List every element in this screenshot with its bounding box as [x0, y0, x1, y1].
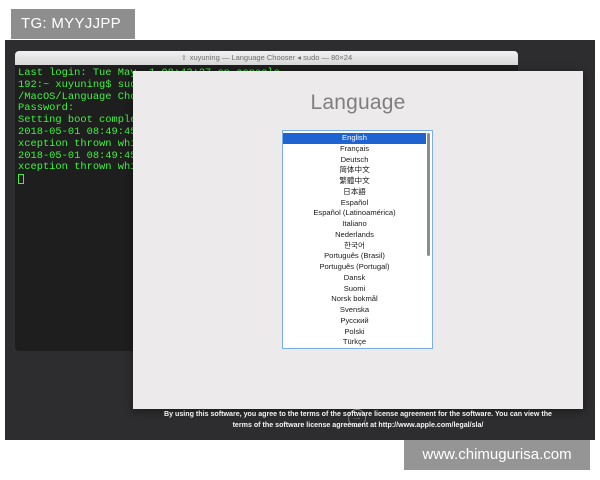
license-notice: By using this software, you agree to the… [133, 409, 583, 433]
language-option-portugues-brasil[interactable]: Português (Brasil) [283, 251, 426, 262]
language-option-japanese[interactable]: 日本語 [283, 187, 426, 198]
language-option-russian[interactable]: Русский [283, 316, 426, 327]
website-watermark: www.chimugurisa.com [404, 440, 590, 470]
language-option-svenska[interactable]: Svenska [283, 305, 426, 316]
language-option-italiano[interactable]: Italiano [283, 219, 426, 230]
language-option-norsk-bokmal[interactable]: Norsk bokmål [283, 294, 426, 305]
language-option-nederlands[interactable]: Nederlands [283, 230, 426, 241]
desktop-background: ⇧ xuyuning — Language Chooser ◂ sudo — 80… [5, 40, 595, 440]
language-option-espanol-latinoamerica[interactable]: Español (Latinoamérica) [283, 208, 426, 219]
language-list-scrollbar[interactable] [427, 133, 430, 256]
language-option-turkce[interactable]: Türkçe [283, 337, 426, 348]
terminal-cursor [18, 174, 24, 185]
terminal-title: xuyuning — Language Chooser ◂ sudo — 80×… [189, 53, 353, 62]
page-title: Language [310, 91, 406, 114]
language-option-simplified-chinese[interactable]: 简体中文 [283, 165, 426, 176]
terminal-titlebar[interactable]: ⇧ xuyuning — Language Chooser ◂ sudo — 80… [15, 51, 518, 65]
language-option-english[interactable]: English [283, 133, 426, 144]
license-notice-line: By using this software, you agree to the… [163, 410, 553, 418]
language-option-espanol[interactable]: Español [283, 198, 426, 209]
license-notice-line: terms of the software license agreement … [232, 420, 484, 429]
language-option-portugues-portugal[interactable]: Português (Portugal) [283, 262, 426, 273]
language-option-traditional-chinese[interactable]: 繁體中文 [283, 176, 426, 187]
home-icon: ⇧ [180, 55, 187, 62]
language-option-suomi[interactable]: Suomi [283, 284, 426, 295]
language-option-deutsch[interactable]: Deutsch [283, 155, 426, 166]
language-option-francais[interactable]: Français [283, 144, 426, 155]
language-option-korean[interactable]: 한국어 [283, 241, 426, 252]
language-list[interactable]: English Français Deutsch 简体中文 繁體中文 日本語 E… [282, 130, 433, 349]
language-option-dansk[interactable]: Dansk [283, 273, 426, 284]
tg-watermark-badge: TG: MYYJJPP [11, 9, 135, 39]
language-chooser-window: Language English Français Deutsch 简体中文 繁… [133, 71, 583, 427]
language-option-polski[interactable]: Polski [283, 327, 426, 338]
